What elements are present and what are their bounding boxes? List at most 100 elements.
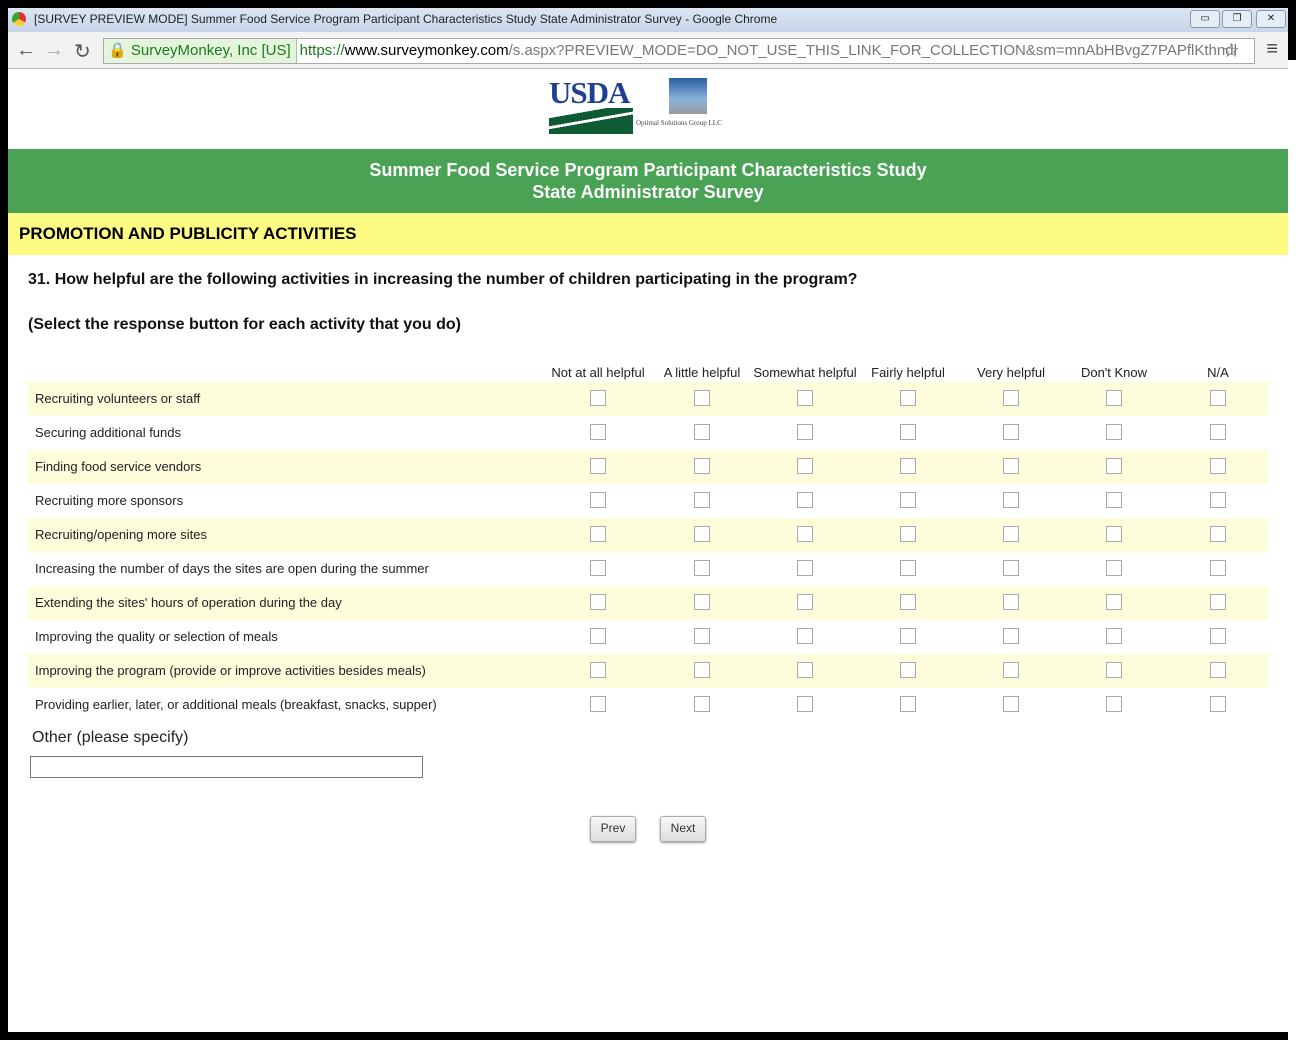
- other-specify-input[interactable]: [30, 756, 423, 778]
- response-checkbox[interactable]: [694, 662, 710, 678]
- response-checkbox[interactable]: [694, 458, 710, 474]
- next-button[interactable]: Next: [660, 816, 706, 842]
- response-checkbox[interactable]: [1210, 560, 1226, 576]
- ev-badge: 🔒 SurveyMonkey, Inc [US]: [104, 39, 297, 63]
- response-checkbox[interactable]: [797, 458, 813, 474]
- response-checkbox[interactable]: [900, 526, 916, 542]
- response-checkbox[interactable]: [590, 526, 606, 542]
- bookmark-star-icon[interactable]: ☆: [1222, 38, 1240, 63]
- response-checkbox[interactable]: [900, 424, 916, 440]
- response-checkbox[interactable]: [1106, 492, 1122, 508]
- response-checkbox[interactable]: [1210, 662, 1226, 678]
- usda-logo: USDA: [549, 77, 633, 135]
- response-checkbox[interactable]: [900, 594, 916, 610]
- response-checkbox[interactable]: [1210, 526, 1226, 542]
- response-checkbox[interactable]: [797, 492, 813, 508]
- response-checkbox[interactable]: [590, 492, 606, 508]
- response-checkbox[interactable]: [694, 526, 710, 542]
- response-checkbox[interactable]: [1003, 424, 1019, 440]
- response-checkbox[interactable]: [1003, 560, 1019, 576]
- response-checkbox[interactable]: [590, 628, 606, 644]
- response-checkbox[interactable]: [1210, 458, 1226, 474]
- response-checkbox[interactable]: [1106, 424, 1122, 440]
- forward-icon[interactable]: →: [44, 39, 64, 62]
- response-checkbox[interactable]: [694, 390, 710, 406]
- response-checkbox[interactable]: [590, 594, 606, 610]
- response-checkbox[interactable]: [1106, 560, 1122, 576]
- background-window-edge: [1288, 60, 1296, 1040]
- response-checkbox[interactable]: [1003, 628, 1019, 644]
- restore-button[interactable]: ❐: [1222, 10, 1252, 28]
- chrome-icon: [12, 12, 26, 26]
- reload-icon[interactable]: ↻: [74, 39, 91, 64]
- response-checkbox[interactable]: [1003, 662, 1019, 678]
- response-checkbox[interactable]: [797, 696, 813, 712]
- response-checkbox[interactable]: [1106, 594, 1122, 610]
- response-checkbox[interactable]: [1210, 594, 1226, 610]
- matrix-row: Securing additional funds: [28, 416, 1268, 450]
- address-bar[interactable]: 🔒 SurveyMonkey, Inc [US] https://www.surv…: [103, 38, 1255, 64]
- response-checkbox[interactable]: [1210, 424, 1226, 440]
- response-checkbox[interactable]: [1106, 696, 1122, 712]
- column-header: Not at all helpful: [551, 365, 645, 380]
- response-checkbox[interactable]: [797, 628, 813, 644]
- response-checkbox[interactable]: [590, 424, 606, 440]
- back-icon[interactable]: ←: [16, 39, 36, 62]
- response-checkbox[interactable]: [900, 492, 916, 508]
- response-checkbox[interactable]: [590, 696, 606, 712]
- response-checkbox[interactable]: [694, 424, 710, 440]
- response-checkbox[interactable]: [1106, 628, 1122, 644]
- matrix-row: Recruiting more sponsors: [28, 484, 1268, 518]
- response-checkbox[interactable]: [1210, 696, 1226, 712]
- response-checkbox[interactable]: [900, 458, 916, 474]
- title-bar: [SURVEY PREVIEW MODE] Summer Food Servic…: [8, 8, 1288, 32]
- response-checkbox[interactable]: [900, 662, 916, 678]
- response-checkbox[interactable]: [694, 560, 710, 576]
- response-checkbox[interactable]: [1106, 458, 1122, 474]
- response-checkbox[interactable]: [590, 560, 606, 576]
- row-label: Securing additional funds: [35, 425, 181, 440]
- response-checkbox[interactable]: [900, 390, 916, 406]
- column-header: Fairly helpful: [871, 365, 945, 380]
- matrix-row: Improving the program (provide or improv…: [28, 654, 1268, 688]
- response-checkbox[interactable]: [590, 662, 606, 678]
- prev-button[interactable]: Prev: [590, 816, 636, 842]
- response-checkbox[interactable]: [694, 594, 710, 610]
- response-checkbox[interactable]: [900, 628, 916, 644]
- row-label: Recruiting/opening more sites: [35, 527, 207, 542]
- response-checkbox[interactable]: [1003, 594, 1019, 610]
- response-checkbox[interactable]: [900, 560, 916, 576]
- response-checkbox[interactable]: [1003, 458, 1019, 474]
- response-checkbox[interactable]: [797, 560, 813, 576]
- response-checkbox[interactable]: [797, 662, 813, 678]
- response-checkbox[interactable]: [1003, 492, 1019, 508]
- response-checkbox[interactable]: [900, 696, 916, 712]
- menu-icon[interactable]: ≡: [1266, 38, 1278, 61]
- response-checkbox[interactable]: [797, 594, 813, 610]
- response-checkbox[interactable]: [1210, 390, 1226, 406]
- response-checkbox[interactable]: [1106, 390, 1122, 406]
- row-label: Recruiting volunteers or staff: [35, 391, 201, 406]
- response-checkbox[interactable]: [1003, 696, 1019, 712]
- response-checkbox[interactable]: [694, 628, 710, 644]
- response-checkbox[interactable]: [694, 696, 710, 712]
- response-checkbox[interactable]: [1210, 492, 1226, 508]
- response-checkbox[interactable]: [797, 526, 813, 542]
- response-checkbox[interactable]: [797, 424, 813, 440]
- response-checkbox[interactable]: [1106, 662, 1122, 678]
- matrix-row: Providing earlier, later, or additional …: [28, 688, 1268, 722]
- response-checkbox[interactable]: [1210, 628, 1226, 644]
- response-checkbox[interactable]: [590, 390, 606, 406]
- response-checkbox[interactable]: [797, 390, 813, 406]
- question-text: 31. How helpful are the following activi…: [28, 271, 858, 288]
- response-checkbox[interactable]: [1003, 390, 1019, 406]
- response-checkbox[interactable]: [1003, 526, 1019, 542]
- row-label: Increasing the number of days the sites …: [35, 561, 429, 576]
- survey-header: Summer Food Service Program Participant …: [8, 149, 1288, 213]
- response-checkbox[interactable]: [1106, 526, 1122, 542]
- response-checkbox[interactable]: [590, 458, 606, 474]
- row-label: Improving the program (provide or improv…: [35, 663, 426, 678]
- response-checkbox[interactable]: [694, 492, 710, 508]
- minimize-button[interactable]: ▭: [1190, 10, 1220, 28]
- close-button[interactable]: ✕: [1256, 10, 1286, 28]
